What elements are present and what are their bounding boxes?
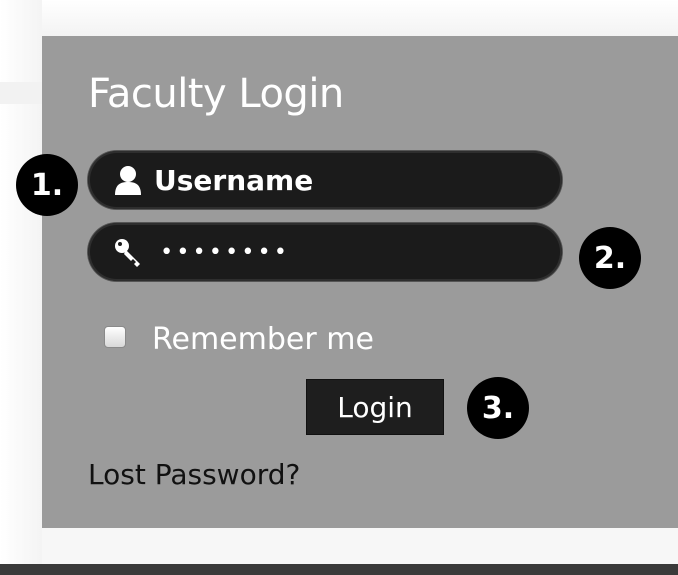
remember-me-checkbox[interactable] <box>104 325 126 348</box>
page-background-band <box>0 82 42 104</box>
key-icon <box>108 232 148 272</box>
user-icon <box>108 160 148 200</box>
password-masked-value: •••••••• <box>160 239 290 265</box>
lost-password-link[interactable]: Lost Password? <box>88 458 300 491</box>
page-footer-bar <box>0 564 678 575</box>
username-placeholder: Username <box>154 163 314 197</box>
username-field[interactable]: Username <box>88 151 562 209</box>
annotation-badge-3: 3. <box>467 377 529 439</box>
annotation-badge-2: 2. <box>579 227 641 289</box>
password-field[interactable]: •••••••• <box>88 223 562 281</box>
annotation-badge-1: 1. <box>16 154 78 216</box>
login-button[interactable]: Login <box>306 379 444 435</box>
remember-me-label[interactable]: Remember me <box>152 322 374 357</box>
page-bottom-area <box>42 528 678 564</box>
panel-title: Faculty Login <box>88 71 344 117</box>
page-top-strip <box>42 0 678 36</box>
remember-me-row: Remember me <box>104 322 374 357</box>
